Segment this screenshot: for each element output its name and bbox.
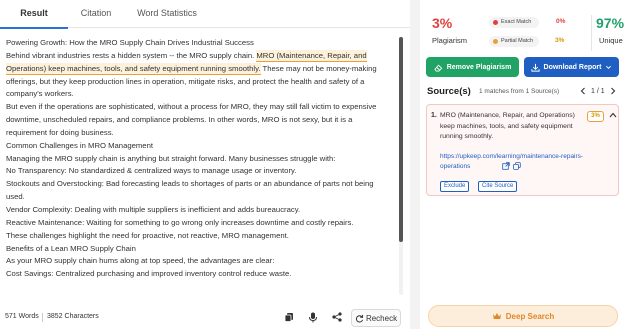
paragraph: But even if the operations are sophistic…: [6, 102, 377, 137]
chevron-up-icon[interactable]: [609, 111, 617, 120]
paragraph: Behind vibrant industries rests a hidden…: [6, 49, 392, 101]
source-percent-badge: 3%: [587, 111, 604, 122]
document-title: Powering Growth: How the MRO Supply Chai…: [6, 38, 254, 47]
results-panel: 3% Plagiarism Exact Match 0% Partial Mat…: [420, 0, 624, 329]
paragraph: Stockouts and Overstocking: Bad forecast…: [6, 179, 374, 202]
editor-panel: Result Citation Word Statistics Powering…: [0, 0, 410, 329]
deep-search-button[interactable]: Deep Search: [428, 305, 618, 327]
source-link-actions: [502, 162, 521, 170]
crown-icon: [492, 313, 501, 319]
partial-match-value: 3%: [555, 37, 565, 44]
cite-source-button[interactable]: Cite Source: [478, 181, 518, 192]
paragraph: Vendor Complexity: Dealing with multiple…: [6, 204, 301, 214]
chevron-down-icon: [606, 65, 612, 69]
exact-match-value: 0%: [556, 18, 566, 25]
section-heading: Benefits of a Lean MRO Supply Chain: [6, 243, 136, 253]
partial-dot-icon: [493, 39, 498, 44]
chevron-left-icon[interactable]: [580, 87, 586, 95]
sources-summary: 1 matches from 1 Source(s): [479, 88, 560, 95]
divider: [42, 313, 43, 322]
partial-match-label: Partial Match: [501, 38, 534, 44]
tab-word-statistics[interactable]: Word Statistics: [126, 0, 208, 28]
exclude-button[interactable]: Exclude: [440, 181, 470, 192]
panel-divider: [410, 0, 420, 329]
paragraph: Reactive Maintenance: Waiting for someth…: [6, 217, 354, 227]
paragraph: No Transparency: No standardized & centr…: [6, 166, 297, 176]
sources-heading: Source(s): [427, 86, 471, 97]
document-text[interactable]: Powering Growth: How the MRO Supply Chai…: [6, 37, 392, 295]
tab-result[interactable]: Result: [0, 0, 68, 29]
share-icon[interactable]: [331, 311, 343, 323]
download-icon: [530, 63, 540, 72]
sources-pager: 1 / 1: [580, 87, 616, 95]
unique-score: 97% Unique: [594, 5, 624, 52]
remove-plagiarism-button[interactable]: Remove Plagiarism: [426, 57, 519, 77]
tab-citation[interactable]: Citation: [70, 0, 122, 28]
download-report-button[interactable]: Download Report: [524, 57, 619, 77]
paragraph: As your MRO supply chain hums along at t…: [6, 256, 275, 266]
source-number: 1.: [431, 112, 437, 119]
pager-label: 1 / 1: [591, 87, 605, 95]
word-count: 571 Words: [5, 313, 39, 320]
exact-match-label: Exact Match: [501, 19, 532, 25]
copy-link-icon[interactable]: [513, 162, 521, 170]
chevron-right-icon[interactable]: [610, 87, 616, 95]
recheck-label: Recheck: [365, 313, 398, 323]
deep-search-label: Deep Search: [505, 311, 555, 321]
plagiarism-percent: 3%: [432, 15, 453, 31]
source-matched-text: MRO (Maintenance, Repair, and Operations…: [440, 112, 575, 140]
exact-match-badge: Exact Match: [489, 17, 539, 28]
plagiarism-label: Plagiarism: [432, 36, 468, 45]
editor-footer: 571 Words 3852 Characters Recheck: [0, 306, 410, 329]
eraser-icon: [434, 64, 442, 72]
character-count: 3852 Characters: [47, 313, 99, 320]
paragraph: Managing the MRO supply chain is anythin…: [6, 153, 336, 163]
plagiarism-score: 3% Plagiarism Exact Match 0% Partial Mat…: [426, 5, 592, 52]
remove-plagiarism-label: Remove Plagiarism: [446, 63, 512, 71]
microphone-icon[interactable]: [307, 311, 319, 323]
unique-label: Unique: [599, 36, 623, 45]
paragraph: These challenges highlight the need for …: [6, 230, 289, 240]
scrollbar-thumb[interactable]: [399, 37, 403, 242]
recheck-icon: [355, 314, 364, 323]
download-report-label: Download Report: [543, 63, 602, 71]
divider: [591, 15, 592, 51]
external-link-icon[interactable]: [502, 162, 510, 170]
paragraph-text: Behind vibrant industries rests a hidden…: [6, 50, 257, 60]
section-heading: Common Challenges in MRO Management: [6, 140, 153, 150]
text-scrollbar[interactable]: [399, 37, 403, 295]
source-card[interactable]: 1. MRO (Maintenance, Repair, and Operati…: [426, 104, 619, 196]
exact-dot-icon: [493, 20, 498, 25]
recheck-button[interactable]: Recheck: [351, 309, 401, 327]
copy-icon[interactable]: [283, 311, 295, 323]
unique-percent: 97%: [596, 15, 624, 31]
partial-match-badge: Partial Match: [489, 36, 539, 47]
paragraph: Cost Savings: Centralized purchasing and…: [6, 269, 292, 279]
result-tabs: Result Citation Word Statistics: [0, 0, 410, 29]
